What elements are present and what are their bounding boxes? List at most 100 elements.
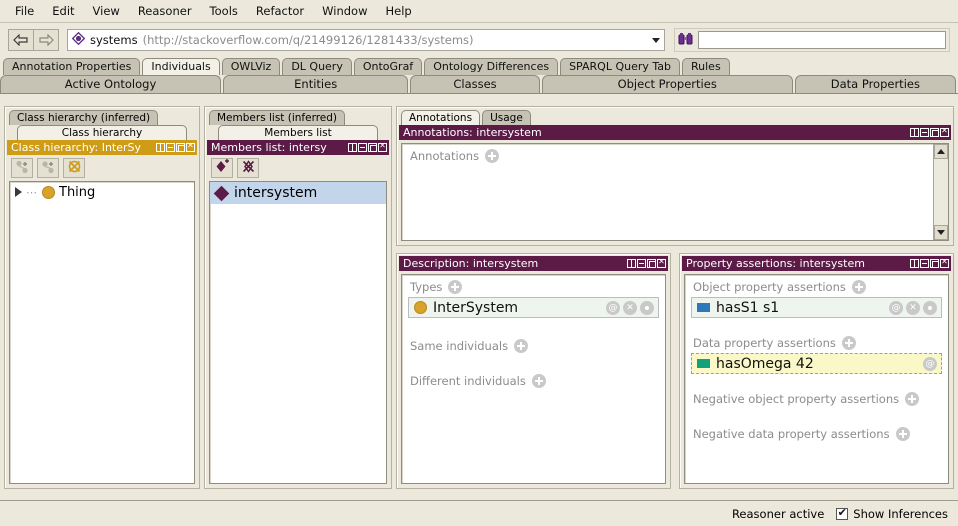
binoculars-icon[interactable] [678,32,693,49]
back-button[interactable] [8,29,34,51]
class-circle-icon [42,185,55,199]
view-tab-annotations[interactable]: Annotations [401,110,481,125]
maximize-icon[interactable] [930,259,939,268]
split-view-icon[interactable] [348,143,357,152]
maximize-icon[interactable] [647,259,656,268]
menu-item-edit[interactable]: Edit [43,1,83,21]
plus-icon[interactable] [485,149,500,163]
maximize-icon[interactable] [930,128,939,137]
tab-rules[interactable]: Rules [682,58,730,75]
class-hierarchy-tree[interactable]: ⋯ Thing [9,181,195,484]
plus-icon[interactable] [531,374,546,388]
tab-classes[interactable]: Classes [410,75,540,93]
show-inferences-toggle[interactable]: Show Inferences [836,506,948,521]
remove-icon[interactable]: ✕ [623,300,637,315]
minimize-icon[interactable] [166,143,175,152]
add-individual-button[interactable] [211,158,233,178]
menu-item-refactor[interactable]: Refactor [247,1,313,21]
tab-annotation-properties[interactable]: Annotation Properties [3,58,141,75]
split-view-icon[interactable] [627,259,636,268]
tab-individuals[interactable]: Individuals [142,58,220,75]
data-property-entry-label: hasOmega 42 [716,355,814,372]
property-assertions-header: Property assertions: intersystem [682,256,951,271]
tab-object-properties[interactable]: Object Properties [541,75,793,93]
list-item-label: intersystem [234,185,318,201]
list-item-intersystem[interactable]: intersystem [210,182,386,204]
delete-individual-button[interactable] [237,158,259,178]
tab-owlviz[interactable]: OWLViz [221,58,281,75]
minimize-icon[interactable] [358,143,367,152]
menu-item-window[interactable]: Window [313,1,376,21]
split-view-icon[interactable] [156,143,165,152]
annotations-view-tabs: Annotations Usage [399,109,951,125]
plus-icon[interactable] [895,427,910,441]
close-icon[interactable] [657,257,666,268]
annotate-icon[interactable]: @ [606,300,620,315]
tree-node-thing[interactable]: ⋯ Thing [10,182,194,202]
remove-icon[interactable]: ✕ [906,300,920,315]
individual-diamond-icon [213,185,230,201]
menu-item-view[interactable]: View [84,1,129,21]
minimize-icon[interactable] [920,259,929,268]
scroll-up-button[interactable] [934,144,948,159]
tab-ontograf[interactable]: OntoGraf [353,58,423,75]
expand-twisty-icon[interactable] [15,187,22,197]
view-tab-class-hierarchy[interactable]: Class hierarchy [17,125,187,140]
plus-icon[interactable] [851,280,866,294]
split-view-icon[interactable] [910,259,919,268]
tab-ontology-differences[interactable]: Ontology Differences [424,58,559,75]
annotate-icon[interactable]: @ [923,356,937,371]
split-view-icon[interactable] [910,128,919,137]
annotate-icon[interactable]: @ [889,300,903,315]
edit-icon[interactable] [923,300,937,315]
scroll-down-button[interactable] [934,225,948,240]
edit-icon[interactable] [640,300,654,315]
menu-item-tools[interactable]: Tools [201,1,247,21]
object-property-assertions-label: Object property assertions [693,280,846,294]
plus-icon[interactable] [905,392,920,406]
property-assertions-content: Object property assertions hasS1 s1 @ ✕ [684,274,949,484]
plus-icon[interactable] [514,339,529,353]
class-hierarchy-panel: Class hierarchy (inferred) Class hierarc… [4,106,200,489]
menu-item-reasoner[interactable]: Reasoner [129,1,201,21]
plus-icon[interactable] [841,336,856,350]
maximize-icon[interactable] [176,143,185,152]
search-input[interactable] [698,31,946,49]
delete-class-button[interactable] [63,158,85,178]
add-sibling-class-button[interactable] [37,158,59,178]
close-icon[interactable] [378,141,387,152]
minimize-icon[interactable] [637,259,646,268]
forward-button[interactable] [33,29,59,51]
view-tab-members-list-inferred[interactable]: Members list (inferred) [209,110,346,125]
view-tab-members-list[interactable]: Members list [218,125,378,140]
workspace-tab-row: Active Ontology Entities Classes Object … [0,75,958,94]
show-inferences-checkbox[interactable] [836,506,849,520]
close-icon[interactable] [940,257,949,268]
data-property-entry-hasomega[interactable]: hasOmega 42 @ [691,353,942,374]
view-tab-class-hierarchy-inferred[interactable]: Class hierarchy (inferred) [9,110,159,125]
delete-individual-icon [241,159,256,177]
annotations-scrollbar[interactable] [933,144,948,240]
view-tab-usage[interactable]: Usage [482,110,531,125]
add-subclass-button[interactable] [11,158,33,178]
minimize-icon[interactable] [920,128,929,137]
class-circle-icon [414,301,427,314]
tab-active-ontology[interactable]: Active Ontology [0,75,222,93]
close-icon[interactable] [940,126,949,137]
menu-item-help[interactable]: Help [376,1,420,21]
tab-entities[interactable]: Entities [223,75,409,93]
object-property-entry-hass1[interactable]: hasS1 s1 @ ✕ [691,297,942,318]
chevron-down-icon[interactable] [652,37,660,43]
tab-dl-query[interactable]: DL Query [282,58,352,75]
tab-data-properties[interactable]: Data Properties [794,75,956,93]
tab-sparql-query-tab[interactable]: SPARQL Query Tab [560,58,680,75]
menu-item-file[interactable]: File [6,1,43,21]
maximize-icon[interactable] [368,143,377,152]
close-icon[interactable] [186,141,195,152]
description-content: Types InterSystem @ ✕ Same individuals D… [401,274,666,484]
type-entry-intersystem[interactable]: InterSystem @ ✕ [408,297,659,318]
plus-icon[interactable] [448,280,463,294]
members-list[interactable]: intersystem [209,181,387,484]
ontology-uri: (http://stackoverflow.com/q/21499126/128… [142,33,474,47]
ontology-uri-bar[interactable]: systems (http://stackoverflow.com/q/2149… [67,29,665,51]
